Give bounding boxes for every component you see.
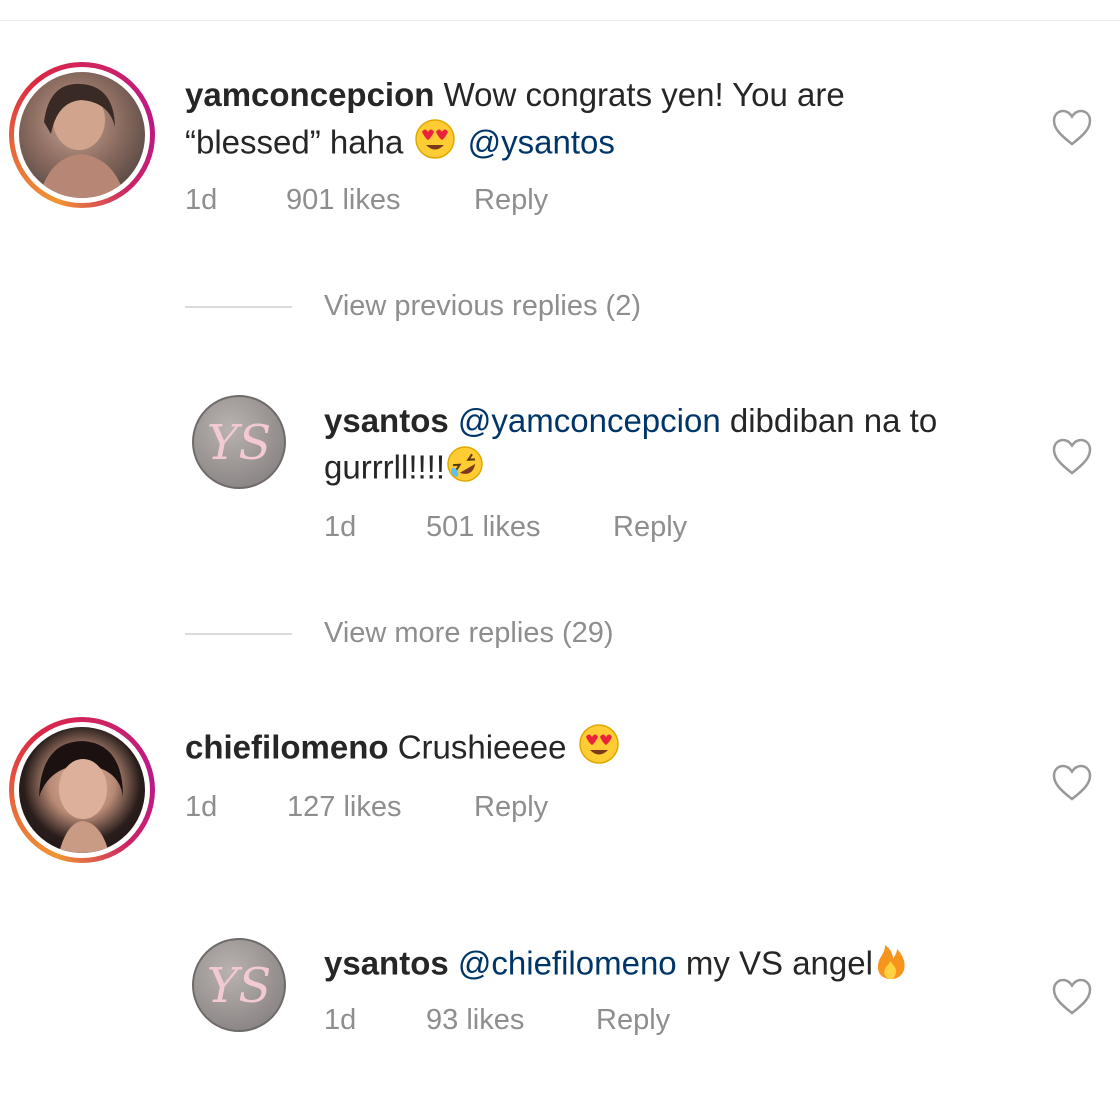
reply-meta: 1d 93 likes Reply (324, 1004, 670, 1037)
reply-time[interactable]: 1d (324, 1004, 426, 1037)
reply-likes[interactable]: 501 likes (426, 511, 613, 544)
top-divider (0, 20, 1120, 21)
reply-likes[interactable]: 93 likes (426, 1004, 596, 1037)
reply-mention[interactable]: @yamconcepcion (458, 402, 721, 439)
reply-body-line1: dibdiban na to (729, 402, 938, 439)
like-heart-icon[interactable] (1051, 108, 1093, 148)
reply-button[interactable]: Reply (474, 791, 548, 824)
rolling-laughing-emoji-icon (445, 444, 485, 496)
comment-body-line2: “blessed” haha (185, 123, 404, 161)
comment-mention[interactable]: @ysantos (468, 124, 615, 161)
avatar-initials: YS (207, 415, 272, 471)
comment-time[interactable]: 1d (185, 791, 287, 824)
avatar-initials: YS (207, 958, 272, 1014)
reply-username[interactable]: ysantos (324, 945, 449, 982)
heart-eyes-emoji-icon (576, 723, 622, 777)
comment-body: Crushieeee (397, 728, 567, 766)
comment-meta: 1d 127 likes Reply (185, 791, 548, 824)
reply-text: ysantos @chiefilomeno my VS angel (324, 939, 1024, 993)
reply-mention[interactable]: @chiefilomeno (458, 945, 677, 982)
reply-body-line2: gurrrll!!!! (324, 448, 446, 486)
comment-username[interactable]: chiefilomeno (185, 729, 389, 766)
reply-button[interactable]: Reply (596, 1004, 670, 1037)
reply-button[interactable]: Reply (474, 184, 548, 217)
comment-time[interactable]: 1d (185, 184, 286, 217)
reply-time[interactable]: 1d (324, 511, 426, 544)
like-heart-icon[interactable] (1051, 763, 1093, 803)
avatar[interactable]: YS (192, 395, 286, 489)
replies-divider (185, 633, 292, 635)
heart-eyes-emoji-icon (412, 118, 458, 172)
reply-text: ysantos @yamconcepcion dibdiban na to gu… (324, 398, 1024, 496)
comment-meta: 1d 901 likes Reply (185, 184, 548, 217)
comment-likes[interactable]: 127 likes (287, 791, 474, 824)
reply-username[interactable]: ysantos (324, 402, 449, 439)
fire-emoji-icon (873, 939, 909, 993)
reply-meta: 1d 501 likes Reply (324, 511, 687, 544)
avatar[interactable]: YS (192, 938, 286, 1032)
like-heart-icon[interactable] (1051, 437, 1093, 477)
like-heart-icon[interactable] (1051, 977, 1093, 1017)
comment-likes[interactable]: 901 likes (286, 184, 474, 217)
view-previous-replies-label[interactable]: View previous replies (2) (324, 290, 641, 323)
view-more-replies-label[interactable]: View more replies (29) (324, 617, 614, 650)
comment-text: yamconcepcion Wow congrats yen! You are … (185, 72, 965, 172)
reply-button[interactable]: Reply (613, 511, 687, 544)
comment-body-line1: Wow congrats yen! You are (443, 76, 845, 113)
reply-body: my VS angel (685, 944, 873, 982)
comment-username[interactable]: yamconcepcion (185, 76, 434, 113)
replies-divider (185, 306, 292, 308)
avatar[interactable] (9, 62, 155, 208)
comment-text: chiefilomeno Crushieeee (185, 723, 985, 777)
avatar[interactable] (9, 717, 155, 863)
